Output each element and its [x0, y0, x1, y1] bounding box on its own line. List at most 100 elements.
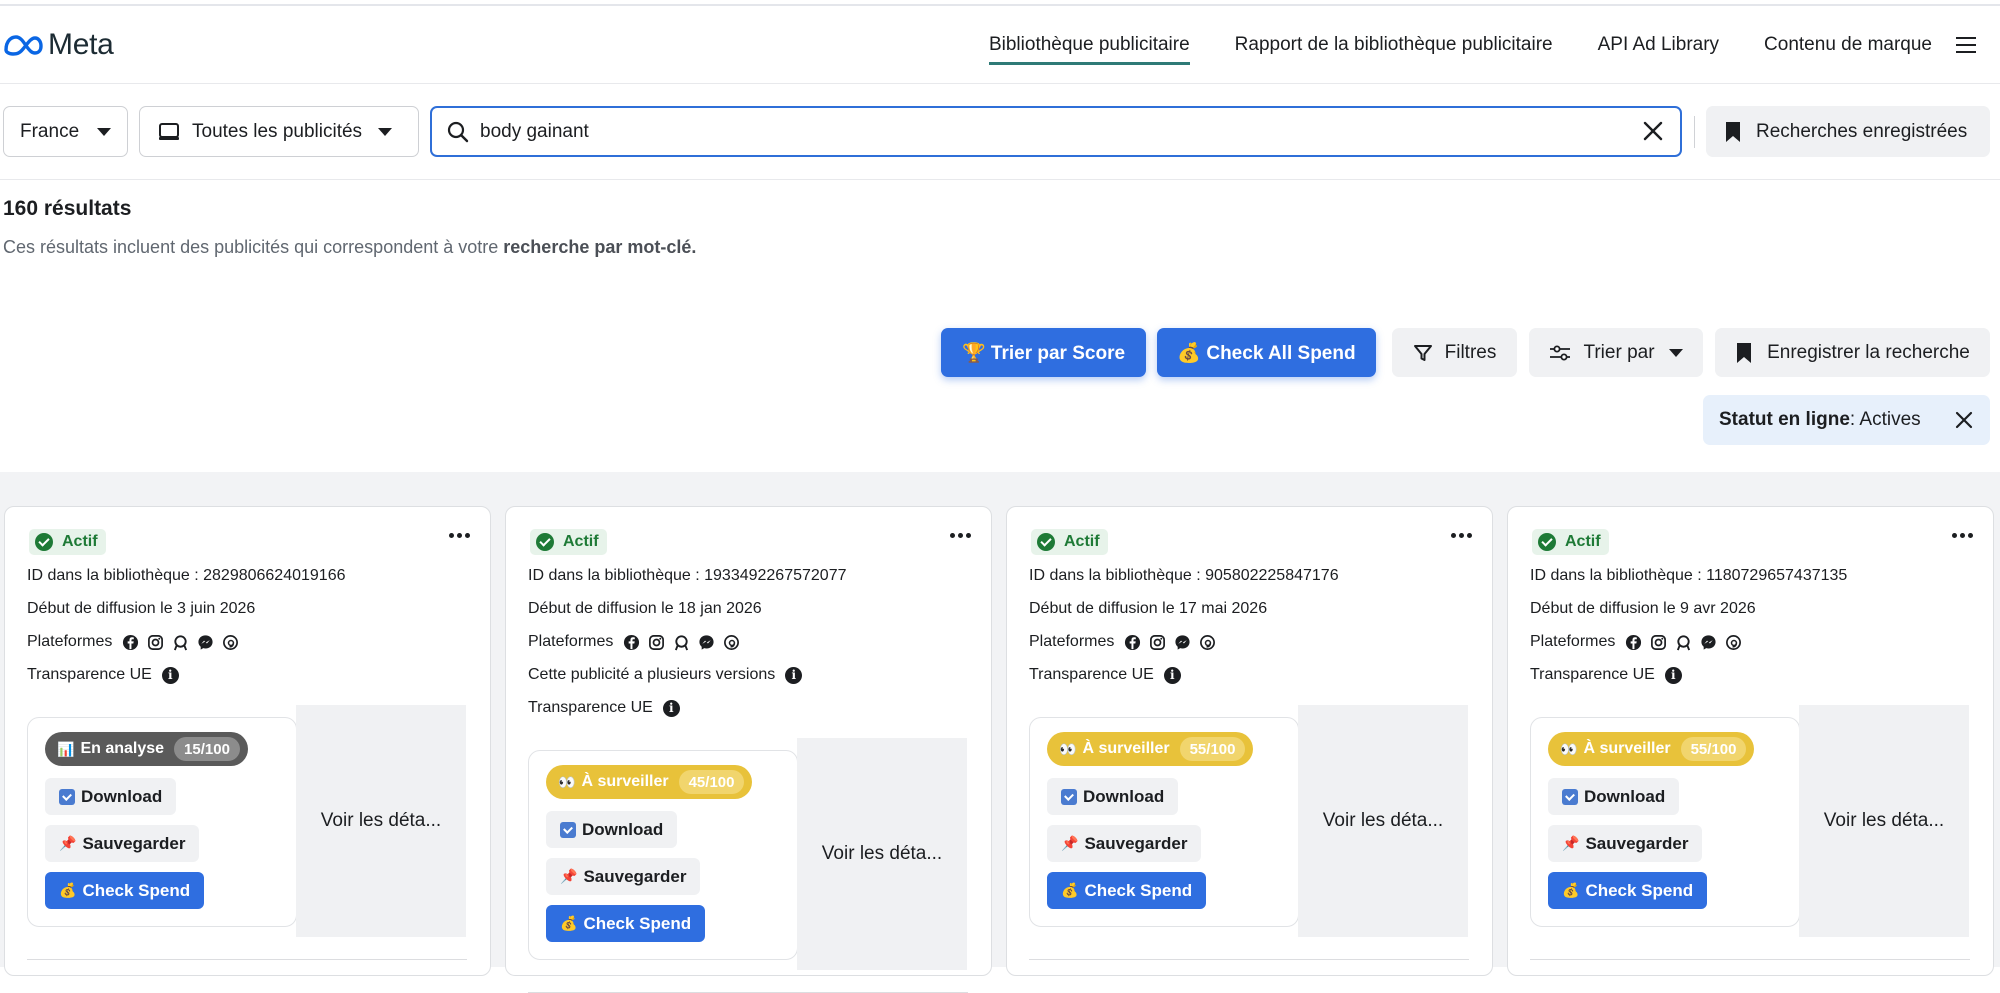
status-chip-label: Statut en ligne: [1719, 409, 1850, 430]
save-label: Sauvegarder: [82, 833, 186, 853]
check-spend-button[interactable]: 💰 Check Spend: [45, 872, 205, 909]
meta-infinity-icon: [4, 35, 43, 56]
nav-branded-content[interactable]: Contenu de marque: [1764, 6, 1932, 84]
download-label: Download: [81, 786, 163, 806]
more-options-icon[interactable]: [1451, 533, 1472, 538]
download-icon: [1562, 788, 1578, 805]
info-icon[interactable]: i: [785, 666, 803, 684]
check-all-spend-button[interactable]: 💰 Check All Spend: [1157, 328, 1376, 377]
money-bag-icon: 💰: [560, 915, 578, 931]
more-options-icon[interactable]: [449, 533, 470, 538]
library-id: ID dans la bibliothèque : 11807296574371…: [1530, 567, 1848, 584]
score-value: 55/100: [1179, 737, 1246, 761]
download-button[interactable]: Download: [45, 778, 177, 815]
threads-icon: [723, 634, 740, 651]
score-badge: 👀 À surveiller 45/100: [546, 765, 753, 799]
save-ad-button[interactable]: 📌 Sauvegarder: [45, 825, 200, 862]
country-value: France: [20, 120, 80, 142]
search-row: France Toutes les publicités Recherches …: [0, 84, 2000, 180]
score-value: 15/100: [174, 737, 240, 761]
nav-api-ad-library[interactable]: API Ad Library: [1598, 6, 1719, 84]
sort-by-score-button[interactable]: 🏆 Trier par Score: [941, 328, 1146, 377]
more-options-icon[interactable]: [1952, 533, 1973, 538]
filters-button[interactable]: Filtres: [1392, 328, 1517, 377]
platforms-row: Plateformes: [528, 633, 740, 651]
audience-network-icon: [673, 634, 690, 651]
instagram-icon: [1650, 634, 1667, 651]
check-circle-icon: [1037, 533, 1055, 551]
check-circle-icon: [35, 533, 53, 551]
pin-icon: 📌: [560, 868, 578, 884]
score-badge: 👀 À surveiller 55/100: [1047, 732, 1254, 766]
save-label: Sauvegarder: [583, 866, 687, 886]
score-emoji: 👀: [1560, 740, 1578, 757]
view-details-link[interactable]: Voir les déta...: [1799, 705, 1969, 937]
status-chip-value: : Actives: [1849, 409, 1921, 430]
score-label: À surveiller: [581, 773, 669, 790]
hamburger-menu-icon[interactable]: [1956, 37, 1976, 53]
nav-ad-library[interactable]: Bibliothèque publicitaire: [988, 6, 1190, 84]
check-spend-button[interactable]: 💰 Check Spend: [1047, 872, 1207, 909]
more-options-icon[interactable]: [950, 533, 971, 538]
sliders-icon: [1550, 345, 1571, 360]
bookmark-icon: [1726, 121, 1740, 142]
score-badge: 📊 En analyse 15/100: [45, 732, 248, 766]
save-label: Sauvegarder: [1585, 833, 1689, 853]
download-button[interactable]: Download: [1548, 778, 1680, 815]
status-label: Actif: [1565, 533, 1601, 550]
save-search-button[interactable]: Enregistrer la recherche: [1715, 328, 1990, 377]
nav-ad-library-report[interactable]: Rapport de la bibliothèque publicitaire: [1235, 6, 1553, 84]
platforms-row: Plateformes: [27, 633, 239, 651]
chevron-down-icon: [97, 127, 112, 136]
facebook-icon: [623, 634, 640, 651]
clear-search-icon[interactable]: [1640, 118, 1666, 144]
ad-type-dropdown[interactable]: Toutes les publicités: [139, 106, 419, 157]
bookmark-icon: [1737, 342, 1752, 363]
instagram-icon: [1149, 634, 1166, 651]
save-search-label: Enregistrer la recherche: [1767, 341, 1970, 363]
info-icon[interactable]: i: [161, 666, 179, 684]
download-icon: [560, 821, 576, 838]
score-emoji: 👀: [1059, 740, 1077, 757]
status-badge: Actif: [1031, 529, 1108, 555]
save-ad-button[interactable]: 📌 Sauvegarder: [1548, 825, 1703, 862]
score-value: 55/100: [1680, 737, 1747, 761]
info-icon[interactable]: i: [1664, 666, 1682, 684]
pin-icon: 📌: [1061, 835, 1079, 851]
results-description-bold[interactable]: recherche par mot-clé.: [503, 237, 696, 257]
download-button[interactable]: Download: [1047, 778, 1179, 815]
money-bag-icon: 💰: [1061, 882, 1079, 898]
chevron-down-icon: [1668, 348, 1683, 357]
check-spend-button[interactable]: 💰 Check Spend: [1548, 872, 1708, 909]
remove-filter-icon[interactable]: [1954, 410, 1974, 430]
view-details-link[interactable]: Voir les déta...: [797, 738, 967, 970]
ad-card: Actif ID dans la bibliothèque : 118072965…: [1507, 506, 1994, 976]
download-button[interactable]: Download: [546, 811, 678, 848]
sort-by-dropdown[interactable]: Trier par: [1529, 328, 1703, 377]
threads-icon: [222, 634, 239, 651]
messenger-icon: [1700, 634, 1717, 651]
top-header: Meta Bibliothèque publicitaire Rapport d…: [0, 6, 2000, 84]
view-details-link[interactable]: Voir les déta...: [296, 705, 466, 937]
meta-logo[interactable]: Meta: [2, 28, 114, 62]
top-nav: Bibliothèque publicitaire Rapport de la …: [944, 6, 1976, 84]
country-dropdown[interactable]: France: [3, 106, 128, 157]
platform-icons: [122, 634, 239, 651]
score-panel: 📊 En analyse 15/100 Download 📌 Sauvegarder 💰 Ch…: [27, 717, 297, 927]
eu-transparency-row: Transparence UE i: [1530, 666, 1682, 684]
start-date: Début de diffusion le 17 mai 2026: [1029, 600, 1268, 617]
view-details-link[interactable]: Voir les déta...: [1298, 705, 1468, 937]
info-icon[interactable]: i: [1163, 666, 1181, 684]
score-panel: 👀 À surveiller 55/100 Download 📌 Sauvegarder 💰…: [1029, 717, 1299, 927]
check-spend-button[interactable]: 💰 Check Spend: [546, 905, 706, 942]
card-divider: [1029, 959, 1469, 960]
card-divider: [27, 959, 467, 960]
score-panel: 👀 À surveiller 55/100 Download 📌 Sauvegarder 💰…: [1530, 717, 1800, 927]
saved-searches-button[interactable]: Recherches enregistrées: [1706, 106, 1990, 157]
save-ad-button[interactable]: 📌 Sauvegarder: [1047, 825, 1202, 862]
save-ad-button[interactable]: 📌 Sauvegarder: [546, 858, 701, 895]
search-input[interactable]: [480, 120, 1580, 143]
logo-text: Meta: [48, 28, 114, 61]
info-icon[interactable]: i: [662, 699, 680, 717]
filters-label: Filtres: [1444, 341, 1497, 363]
